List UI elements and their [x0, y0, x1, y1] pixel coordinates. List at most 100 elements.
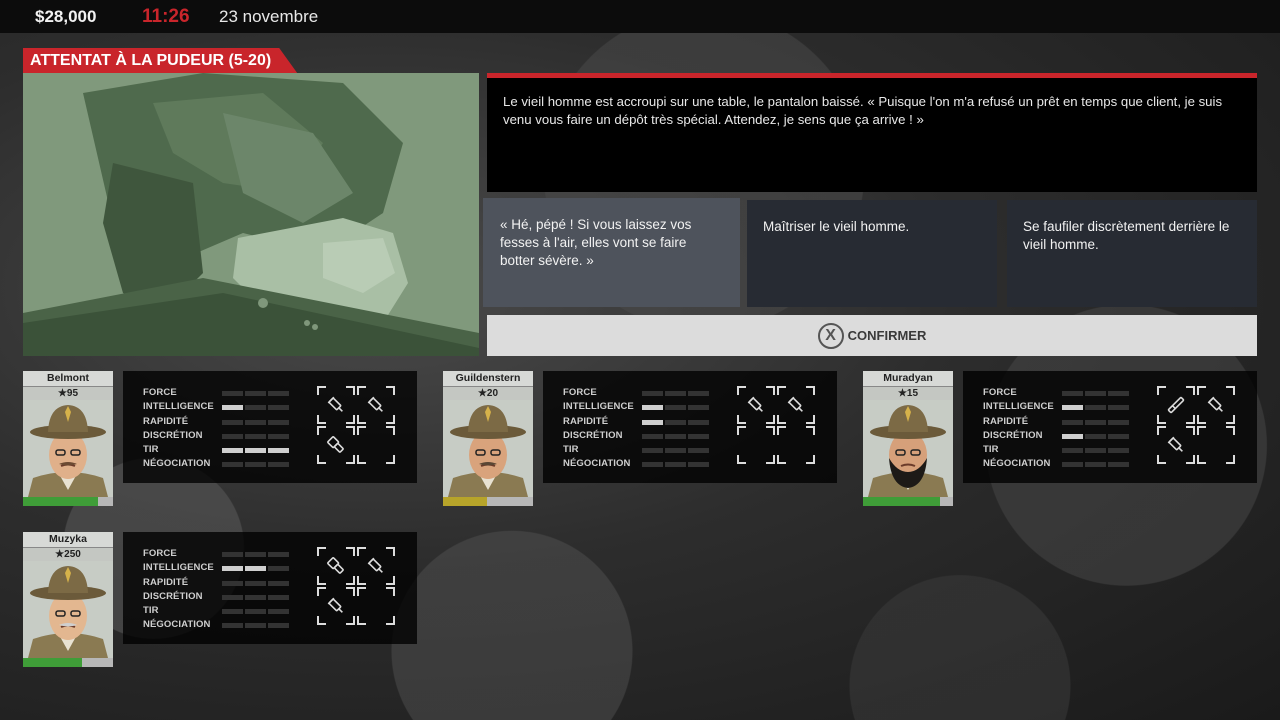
- agent-health-bar: [23, 497, 113, 506]
- agent-card[interactable]: Muradyan ★15: [863, 371, 953, 506]
- stat-pip: [665, 462, 686, 467]
- stat-bar: [642, 405, 709, 410]
- stat-bar: [642, 462, 709, 467]
- agent-card[interactable]: Belmont ★95: [23, 371, 113, 506]
- agent-stats-panel: FORCE INTELLIGENCE RAPIDITÉ DISCRÉTION TIR NÉ…: [123, 371, 417, 483]
- stat-pip: [642, 420, 663, 425]
- equipment-slot[interactable]: [317, 426, 355, 464]
- stat-pip: [222, 448, 243, 453]
- stat-pip: [222, 623, 243, 628]
- equipment-slot[interactable]: [1197, 386, 1235, 424]
- equipment-slot[interactable]: [777, 386, 815, 424]
- stat-pip: [245, 391, 266, 396]
- agent-health-bar: [863, 497, 953, 506]
- stat-pip: [1062, 420, 1083, 425]
- stat-pip: [268, 391, 289, 396]
- agent-portrait: [443, 400, 533, 497]
- agent-card[interactable]: Guildenstern ★20: [443, 371, 533, 506]
- equipment-slot[interactable]: [777, 426, 815, 464]
- stat-label: NÉGOCIATION: [143, 619, 211, 630]
- stat-pip: [688, 391, 709, 396]
- stat-pip: [245, 566, 266, 571]
- equipment-slot[interactable]: [737, 386, 775, 424]
- stat-pip: [268, 448, 289, 453]
- stat-pip: [665, 420, 686, 425]
- stat-label: INTELLIGENCE: [143, 562, 214, 573]
- equipment-slot[interactable]: [357, 587, 395, 625]
- stat-pip: [245, 448, 266, 453]
- agent-card[interactable]: Muzyka ★250: [23, 532, 113, 667]
- stat-label: TIR: [983, 444, 999, 455]
- agent-stats-panel: FORCE INTELLIGENCE RAPIDITÉ DISCRÉTION TIR NÉ…: [123, 532, 417, 644]
- stat-bar: [642, 391, 709, 396]
- confirm-label: CONFIRMER: [847, 328, 927, 343]
- agent-health-bar: [23, 658, 113, 667]
- equipment-slots: [317, 547, 397, 627]
- agent-stats-panel: FORCE INTELLIGENCE RAPIDITÉ DISCRÉTION TIR NÉ…: [963, 371, 1257, 483]
- equipment-slot[interactable]: [1157, 426, 1195, 464]
- agent-rank: ★20: [443, 386, 533, 400]
- equipment-slot[interactable]: [317, 587, 355, 625]
- stat-bar: [1062, 448, 1129, 453]
- stat-pip: [665, 405, 686, 410]
- stat-pip: [642, 462, 663, 467]
- agent-name: Muzyka: [23, 532, 113, 547]
- equipment-slot[interactable]: [357, 426, 395, 464]
- stat-pip: [245, 462, 266, 467]
- stat-pip: [268, 595, 289, 600]
- stat-pip: [1085, 434, 1106, 439]
- stat-bar: [642, 448, 709, 453]
- stat-pip: [1108, 448, 1129, 453]
- stat-pip: [222, 420, 243, 425]
- agent-portrait: [23, 561, 113, 658]
- stat-bar: [222, 623, 289, 628]
- stat-pip: [222, 405, 243, 410]
- stat-pip: [688, 405, 709, 410]
- stat-pip: [1062, 434, 1083, 439]
- equipment-slot[interactable]: [317, 386, 355, 424]
- agent-name: Belmont: [23, 371, 113, 386]
- choice-subdue-option[interactable]: Maîtriser le vieil homme.: [747, 200, 997, 307]
- equipment-slot[interactable]: [357, 386, 395, 424]
- agent-health-bar: [443, 497, 533, 506]
- agent-stats-panel: FORCE INTELLIGENCE RAPIDITÉ DISCRÉTION TIR NÉ…: [543, 371, 837, 483]
- stat-bar: [1062, 462, 1129, 467]
- stat-pip: [222, 462, 243, 467]
- stat-pip: [245, 609, 266, 614]
- stat-pip: [642, 405, 663, 410]
- stat-pip: [665, 448, 686, 453]
- stat-label: FORCE: [563, 387, 597, 398]
- stat-pip: [1108, 420, 1129, 425]
- stat-pip: [245, 434, 266, 439]
- stat-label: INTELLIGENCE: [983, 401, 1054, 412]
- agent-name: Guildenstern: [443, 371, 533, 386]
- agent-health-fill: [23, 497, 98, 506]
- stat-pip: [1062, 391, 1083, 396]
- stat-label: DISCRÉTION: [563, 430, 623, 441]
- stat-bar: [222, 448, 289, 453]
- stat-bar: [222, 552, 289, 557]
- choice-taunt-option[interactable]: « Hé, pépé ! Si vous laissez vos fesses …: [483, 198, 740, 307]
- equipment-slot[interactable]: [317, 547, 355, 585]
- stat-pip: [245, 552, 266, 557]
- stat-pip: [245, 581, 266, 586]
- stat-pip: [688, 420, 709, 425]
- stat-pip: [1062, 405, 1083, 410]
- x-button-icon: X: [817, 322, 844, 349]
- stat-pip: [665, 391, 686, 396]
- money-display: $28,000: [35, 7, 97, 26]
- confirm-button[interactable]: X CONFIRMER: [487, 315, 1257, 356]
- agent-rank: ★250: [23, 547, 113, 561]
- equipment-slot[interactable]: [357, 547, 395, 585]
- equipment-slot[interactable]: [1157, 386, 1195, 424]
- equipment-slot[interactable]: [737, 426, 775, 464]
- stat-pip: [688, 434, 709, 439]
- date-display: 23 novembre: [219, 7, 319, 26]
- stat-label: RAPIDITÉ: [983, 416, 1029, 427]
- stat-pip: [1085, 391, 1106, 396]
- equipment-slot[interactable]: [1197, 426, 1235, 464]
- choice-sneak-option[interactable]: Se faufiler discrètement derrière le vie…: [1007, 200, 1257, 307]
- stat-pip: [642, 391, 663, 396]
- stat-pip: [268, 623, 289, 628]
- stat-label: INTELLIGENCE: [143, 401, 214, 412]
